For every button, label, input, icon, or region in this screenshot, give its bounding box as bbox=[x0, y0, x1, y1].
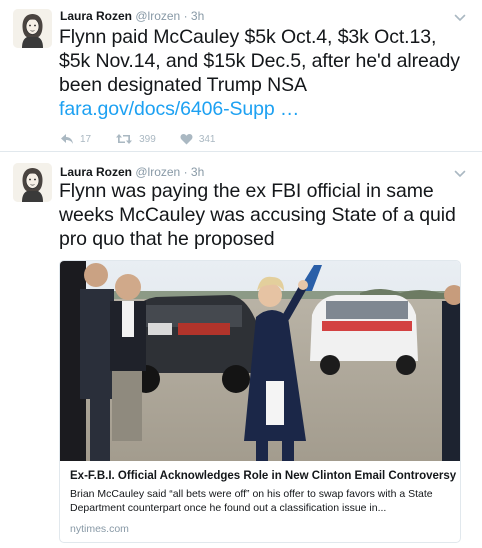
heart-icon bbox=[180, 133, 193, 145]
tweet-text: Flynn paid McCauley $5k Oct.4, $3k Oct.1… bbox=[59, 25, 470, 121]
timestamp[interactable]: 3h bbox=[191, 165, 204, 179]
timestamp[interactable]: 3h bbox=[191, 9, 204, 23]
chevron-down-icon[interactable] bbox=[454, 10, 466, 22]
link-card[interactable]: Ex-F.B.I. Official Acknowledges Role in … bbox=[59, 260, 461, 543]
tweet[interactable]: Laura Rozen @lrozen · 3h Flynn paid McCa… bbox=[0, 0, 482, 152]
avatar[interactable] bbox=[13, 163, 52, 202]
tweet-text: Flynn was paying the ex FBI official in … bbox=[59, 180, 456, 250]
retweet-button[interactable]: 399 bbox=[115, 133, 156, 145]
tweet-header: Laura Rozen @lrozen · 3h bbox=[60, 165, 204, 179]
retweet-count: 399 bbox=[139, 133, 156, 145]
reply-icon bbox=[61, 134, 73, 144]
card-domain[interactable]: nytimes.com bbox=[70, 523, 129, 535]
author-handle[interactable]: @lrozen bbox=[135, 9, 180, 23]
tweet-link[interactable]: fara.gov/docs/6406-Supp … bbox=[59, 98, 299, 120]
author-name[interactable]: Laura Rozen bbox=[60, 9, 132, 23]
tweet-body: Flynn paid McCauley $5k Oct.4, $3k Oct.1… bbox=[59, 26, 460, 96]
card-description: Brian McCauley said “all bets were off” … bbox=[70, 488, 433, 514]
tweet-header: Laura Rozen @lrozen · 3h bbox=[60, 9, 204, 23]
tweet[interactable]: Laura Rozen @lrozen · 3h Flynn was payin… bbox=[0, 152, 482, 548]
separator: · bbox=[183, 165, 191, 179]
avatar[interactable] bbox=[13, 9, 52, 48]
like-button[interactable]: 341 bbox=[180, 133, 216, 145]
reply-button[interactable]: 17 bbox=[60, 133, 91, 145]
card-title[interactable]: Ex-F.B.I. Official Acknowledges Role in … bbox=[70, 470, 456, 482]
author-handle[interactable]: @lrozen bbox=[135, 165, 180, 179]
separator: · bbox=[183, 9, 191, 23]
reply-count: 17 bbox=[80, 133, 92, 145]
chevron-down-icon[interactable] bbox=[454, 166, 466, 178]
retweet-icon bbox=[116, 134, 133, 144]
author-name[interactable]: Laura Rozen bbox=[60, 165, 132, 179]
tweet-actions: 17 399 341 bbox=[60, 131, 240, 147]
like-count: 341 bbox=[198, 133, 216, 145]
card-photo[interactable] bbox=[60, 261, 460, 461]
